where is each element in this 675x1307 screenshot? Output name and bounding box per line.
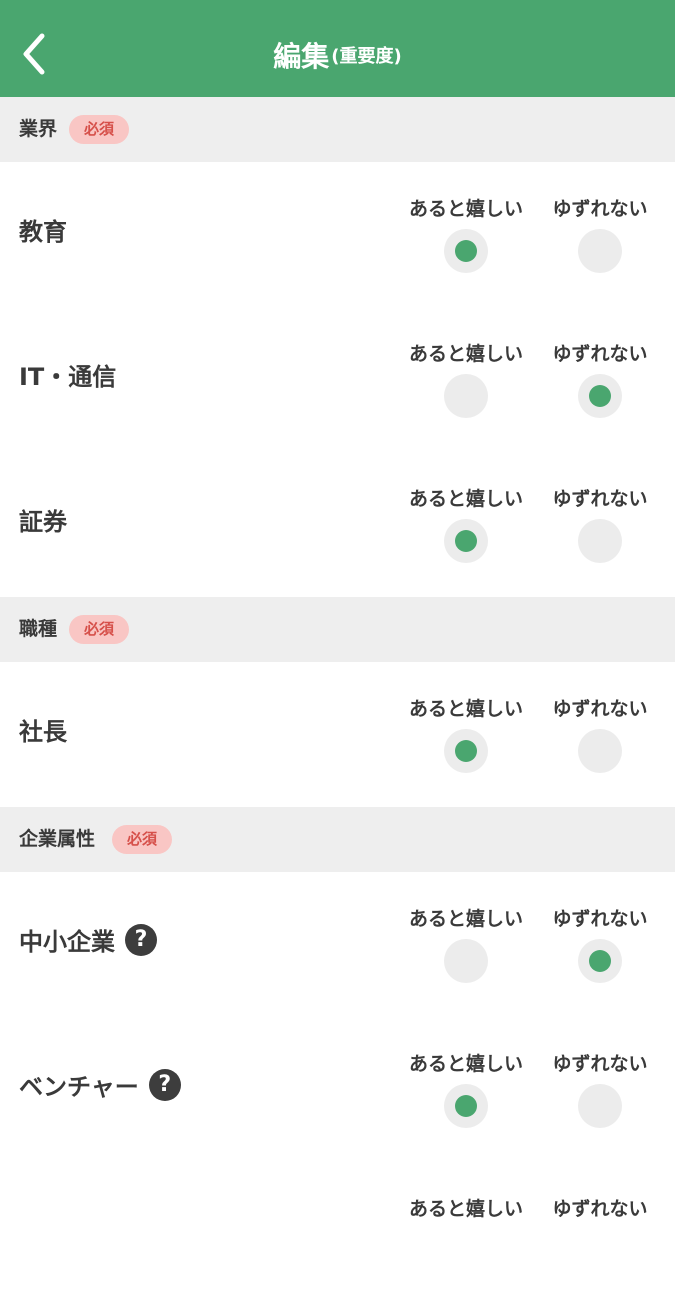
radio-selected-dot [589, 950, 611, 972]
option-label-nice-to-have: あると嬉しい [408, 908, 523, 930]
section-title: 業界 [19, 118, 58, 140]
list-item-sme: 中小企業 ? あると嬉しい ゆずれない [0, 872, 675, 1017]
item-label: 証券 [19, 508, 67, 536]
radio-nice-to-have[interactable] [444, 374, 488, 418]
required-badge: 必須 [112, 825, 173, 854]
radio-nice-to-have[interactable] [444, 939, 488, 983]
list-item-it-telecom: IT・通信 あると嬉しい ゆずれない [0, 307, 675, 452]
list-item-education: 教育 あると嬉しい ゆずれない [0, 162, 675, 307]
option-label-nice-to-have: あると嬉しい [408, 698, 523, 720]
required-badge: 必須 [69, 115, 130, 144]
list-item-next-partial: あると嬉しい ゆずれない [0, 1162, 675, 1307]
radio-must-have[interactable] [578, 229, 622, 273]
app-header: 編集 (重要度) [0, 0, 675, 97]
radio-nice-to-have[interactable] [444, 229, 488, 273]
option-label-must-have: ゆずれない [552, 198, 648, 220]
option-label-nice-to-have: あると嬉しい [408, 198, 523, 220]
page-title: 編集 (重要度) [0, 0, 675, 110]
radio-nice-to-have[interactable] [444, 519, 488, 563]
option-label-must-have: ゆずれない [552, 343, 648, 365]
section-header-industry: 業界 必須 [0, 97, 675, 162]
help-icon[interactable]: ? [148, 1068, 181, 1101]
option-label-must-have: ゆずれない [552, 698, 648, 720]
list-item-president: 社長 あると嬉しい ゆずれない [0, 662, 675, 807]
help-icon[interactable]: ? [125, 923, 157, 956]
radio-must-have[interactable] [578, 939, 622, 983]
radio-must-have[interactable] [578, 374, 622, 418]
option-label-must-have: ゆずれない [552, 488, 648, 510]
section-title: 職種 [19, 618, 58, 640]
page-title-main: 編集 [273, 40, 330, 73]
radio-must-have[interactable] [578, 729, 622, 773]
radio-selected-dot [455, 1095, 477, 1117]
radio-must-have[interactable] [578, 519, 622, 563]
option-label-must-have: ゆずれない [552, 1198, 648, 1220]
item-label: IT・通信 [19, 363, 117, 391]
option-label-nice-to-have: あると嬉しい [408, 1198, 523, 1220]
radio-selected-dot [455, 740, 477, 762]
radio-selected-dot [589, 385, 611, 407]
section-header-job-type: 職種 必須 [0, 597, 675, 662]
radio-selected-dot [455, 240, 477, 262]
option-label-nice-to-have: あると嬉しい [408, 343, 523, 365]
item-label: 教育 [19, 218, 67, 246]
option-label-nice-to-have: あると嬉しい [408, 488, 523, 510]
required-badge: 必須 [69, 615, 130, 644]
option-label-nice-to-have: あると嬉しい [408, 1053, 523, 1075]
page-title-sub: (重要度) [331, 46, 402, 67]
option-label-must-have: ゆずれない [552, 908, 648, 930]
list-item-venture: ベンチャー ? あると嬉しい ゆずれない [0, 1017, 675, 1162]
item-label: 中小企業 [19, 928, 115, 956]
section-header-company-attributes: 企業属性 必須 [0, 807, 675, 872]
item-label: ベンチャー [19, 1073, 139, 1101]
section-title: 企業属性 [19, 828, 96, 850]
radio-selected-dot [455, 530, 477, 552]
radio-nice-to-have[interactable] [444, 1084, 488, 1128]
radio-must-have[interactable] [578, 1084, 622, 1128]
item-label: 社長 [19, 718, 67, 746]
list-item-securities: 証券 あると嬉しい ゆずれない [0, 452, 675, 597]
radio-nice-to-have[interactable] [444, 729, 488, 773]
option-label-must-have: ゆずれない [552, 1053, 648, 1075]
